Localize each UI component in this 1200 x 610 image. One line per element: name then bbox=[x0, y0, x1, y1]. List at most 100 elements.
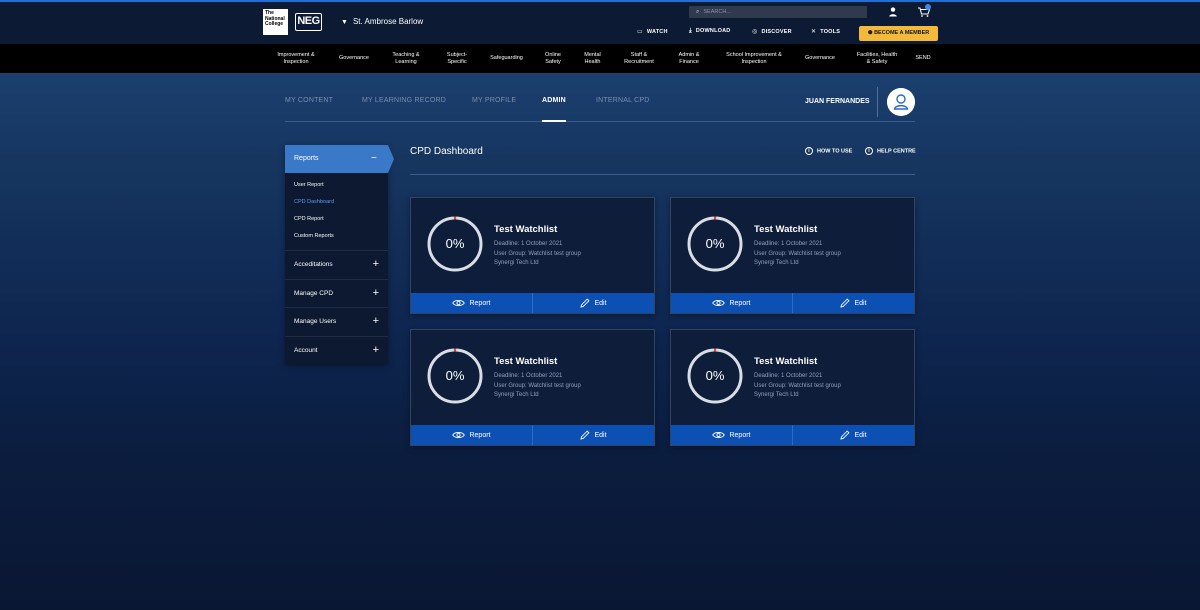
nav-item-line: Recruitment bbox=[624, 58, 654, 65]
tab-admin[interactable]: ADMIN bbox=[542, 97, 566, 104]
sidebar-item-account[interactable]: Account + bbox=[285, 336, 388, 364]
nav-item-line: Mental bbox=[584, 51, 601, 58]
info-icon: i bbox=[865, 147, 873, 155]
nav-item[interactable]: Subject- Specific bbox=[437, 44, 477, 73]
title-divider bbox=[410, 174, 915, 175]
sidebar-item-manage-users[interactable]: Manage Users + bbox=[285, 307, 388, 335]
nav-item-line: Online bbox=[545, 51, 561, 58]
report-button[interactable]: Report bbox=[411, 425, 532, 445]
edit-label: Edit bbox=[594, 299, 607, 307]
become-member-button[interactable]: ⬢ BECOME A MEMBER bbox=[859, 26, 938, 41]
tab-my-learning-record[interactable]: MY LEARNING RECORD bbox=[362, 97, 446, 104]
divider bbox=[877, 87, 878, 117]
collapse-minus-icon[interactable]: − bbox=[371, 153, 377, 164]
cart-badge bbox=[925, 4, 931, 10]
report-button[interactable]: Report bbox=[671, 425, 792, 445]
search-placeholder: SEARCH... bbox=[703, 9, 731, 15]
tab-my-content[interactable]: MY CONTENT bbox=[285, 97, 333, 104]
report-label: Report bbox=[729, 299, 751, 307]
nav-item[interactable]: Online Safety bbox=[537, 44, 569, 73]
sidebar-subitem-user-report[interactable]: User Report bbox=[294, 182, 324, 188]
nav-item[interactable]: School Improvement & Inspection bbox=[717, 44, 791, 73]
sidebar-item-accreditations[interactable]: Acceditations + bbox=[285, 250, 388, 278]
report-button[interactable]: Report bbox=[671, 293, 792, 313]
nav-item-line: School Improvement & bbox=[726, 51, 782, 58]
download-link[interactable]: ⤓ DOWNLOAD bbox=[689, 28, 730, 35]
card-title: Test Watchlist bbox=[494, 356, 558, 367]
how-to-use-link[interactable]: i HOW TO USE bbox=[805, 147, 852, 155]
download-label: DOWNLOAD bbox=[695, 28, 731, 34]
tab-my-profile[interactable]: MY PROFILE bbox=[472, 97, 516, 104]
sidebar-item-label: Manage Users bbox=[294, 318, 337, 325]
nav-item[interactable]: Improvement & Inspection bbox=[266, 44, 326, 73]
eye-icon bbox=[452, 300, 466, 306]
watch-label: WATCH bbox=[646, 29, 668, 35]
sidebar-item-manage-cpd[interactable]: Manage CPD + bbox=[285, 279, 388, 307]
nav-item-line: Learning bbox=[395, 58, 417, 65]
nav-item-line: & Safety bbox=[866, 58, 888, 65]
card-title: Test Watchlist bbox=[754, 356, 818, 367]
user-name[interactable]: JUAN FERNANDES bbox=[805, 98, 870, 105]
become-member-label: BECOME A MEMBER bbox=[874, 30, 930, 36]
sidebar-head-reports[interactable]: Reports bbox=[294, 155, 319, 162]
national-college-logo[interactable]: The National College bbox=[263, 9, 288, 35]
school-selector[interactable]: ▼ St. Ambrose Barlow bbox=[341, 17, 423, 26]
progress-percent: 0% bbox=[445, 236, 465, 251]
watchlist-card: 0% Test Watchlist Deadline: 1 October 20… bbox=[410, 197, 655, 314]
nav-item[interactable]: Safeguarding bbox=[484, 44, 529, 73]
search-input[interactable]: ⌕ SEARCH... bbox=[689, 6, 867, 18]
nav-item[interactable]: Teaching & Learning bbox=[384, 44, 428, 73]
nav-item[interactable]: Admin & Finance bbox=[670, 44, 708, 73]
report-label: Report bbox=[469, 431, 491, 439]
expand-plus-icon: + bbox=[372, 287, 379, 299]
edit-label: Edit bbox=[854, 431, 867, 439]
edit-button[interactable]: Edit bbox=[532, 425, 654, 445]
how-to-use-label: HOW TO USE bbox=[817, 148, 853, 155]
card-user-group: User Group: Watchlist test group bbox=[754, 251, 841, 257]
report-button[interactable]: Report bbox=[411, 293, 532, 313]
card-user-group: User Group: Watchlist test group bbox=[754, 383, 841, 389]
card-deadline: Deadline: 1 October 2021 bbox=[494, 373, 563, 379]
edit-button[interactable]: Edit bbox=[792, 425, 914, 445]
card-actions: Report Edit bbox=[671, 425, 914, 445]
report-label: Report bbox=[729, 431, 751, 439]
nav-item-line: Safeguarding bbox=[490, 55, 523, 62]
school-name: St. Ambrose Barlow bbox=[352, 17, 424, 26]
discover-link[interactable]: ◎ DISCOVER bbox=[752, 28, 792, 35]
pencil-icon bbox=[580, 298, 591, 308]
nav-item-line: Admin & bbox=[678, 51, 700, 58]
edit-button[interactable]: Edit bbox=[792, 293, 914, 313]
watch-link[interactable]: ▭ WATCH bbox=[637, 28, 668, 35]
help-centre-link[interactable]: i HELP CENTRE bbox=[865, 147, 916, 155]
eye-icon bbox=[712, 432, 726, 438]
edit-button[interactable]: Edit bbox=[532, 293, 654, 313]
nav-item[interactable]: Mental Health bbox=[576, 44, 609, 73]
edit-label: Edit bbox=[854, 299, 867, 307]
sidebar-subitem-cpd-report[interactable]: CPD Report bbox=[294, 216, 324, 222]
nav-item[interactable]: Governance bbox=[798, 44, 842, 73]
nav-item[interactable]: Staff & Recruitment bbox=[617, 44, 661, 73]
compass-icon: ◎ bbox=[752, 29, 758, 35]
card-organisation: Synergi Tech Ltd bbox=[754, 260, 799, 266]
nav-item[interactable]: Governance bbox=[332, 44, 376, 73]
expand-plus-icon: + bbox=[372, 344, 379, 356]
neg-logo[interactable]: NEG bbox=[295, 13, 322, 31]
card-actions: Report Edit bbox=[671, 293, 914, 313]
card-organisation: Synergi Tech Ltd bbox=[754, 392, 799, 398]
nav-item-line: Teaching & bbox=[392, 51, 420, 58]
tools-link[interactable]: ✕ TOOLS bbox=[811, 28, 840, 35]
card-user-group: User Group: Watchlist test group bbox=[494, 383, 581, 389]
tab-internal-cpd[interactable]: INTERNAL CPD bbox=[596, 97, 649, 104]
nav-item[interactable]: SEND bbox=[911, 44, 935, 73]
tools-label: TOOLS bbox=[820, 29, 841, 35]
avatar-icon[interactable] bbox=[887, 88, 915, 116]
nav-item-line: Inspection bbox=[741, 58, 767, 65]
sidebar-subitem-cpd-dashboard[interactable]: CPD Dashboard bbox=[294, 199, 334, 205]
progress-percent: 0% bbox=[705, 368, 725, 383]
watchlist-card: 0% Test Watchlist Deadline: 1 October 20… bbox=[670, 197, 915, 314]
nav-item[interactable]: Facilities, Health & Safety bbox=[850, 44, 904, 73]
user-icon[interactable] bbox=[887, 6, 899, 18]
nav-item-line: Specific bbox=[447, 58, 467, 65]
nav-item-line: Staff & bbox=[630, 51, 648, 58]
sidebar-subitem-custom-reports[interactable]: Custom Reports bbox=[294, 233, 334, 239]
